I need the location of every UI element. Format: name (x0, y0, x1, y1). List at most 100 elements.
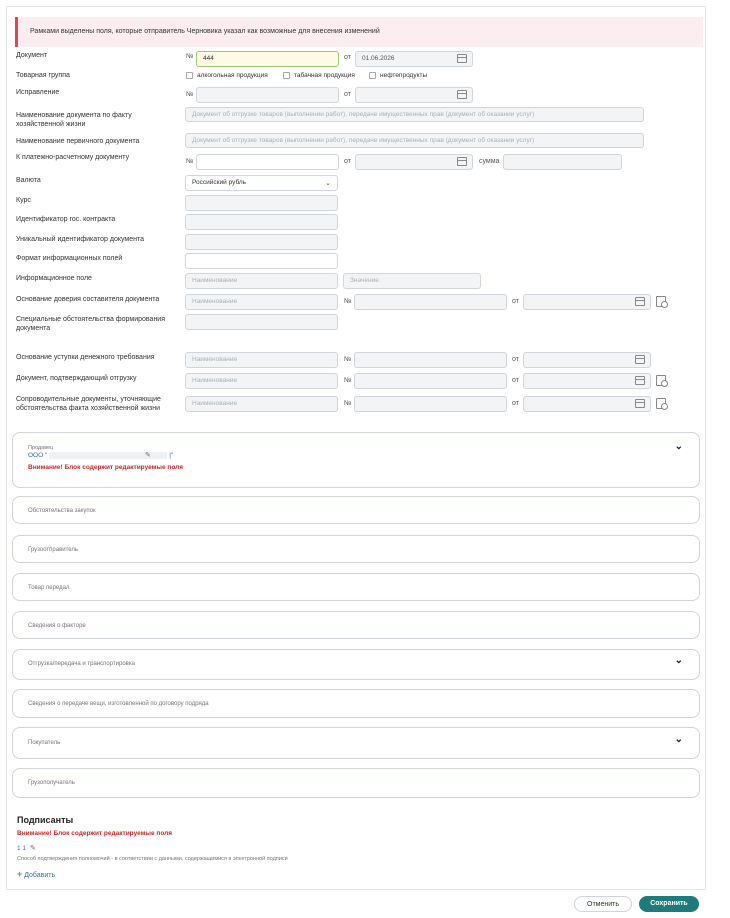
shipment-doc-number-input[interactable] (354, 373, 507, 389)
gov-contract-label: Идентификатор гос. контракта (16, 216, 116, 223)
correction-from-sign: от (344, 91, 351, 98)
signer-link[interactable]: 1 1 (17, 845, 26, 852)
footer-bar: Отменить Сохранить (0, 892, 730, 918)
add-signer-button[interactable]: + Добавить (17, 869, 55, 879)
document-date-input[interactable]: 01.06.2026 (355, 51, 473, 67)
shipment-doc-no-sign: № (344, 377, 352, 384)
document-number-input[interactable]: 444 (196, 51, 339, 67)
section-factor-info[interactable]: Сведения о факторе (12, 611, 700, 639)
accompanying-label: Сопроводительные документы, уточняющие о… (16, 396, 161, 412)
calendar-icon[interactable] (457, 157, 467, 166)
accompanying-no-sign: № (344, 400, 352, 407)
payment-number-input[interactable] (196, 154, 339, 170)
save-button[interactable]: Сохранить (639, 896, 699, 912)
plus-icon: + (17, 869, 23, 879)
calendar-icon[interactable] (635, 376, 645, 385)
document-from-sign: от (344, 54, 351, 61)
tobacco-checkbox-label: табачная продукция (294, 72, 355, 79)
doc-name-fact-label: Наименование документа по факту хозяйств… (16, 112, 132, 128)
assignment-name-input[interactable]: Наименование (185, 352, 338, 368)
calendar-icon[interactable] (457, 90, 467, 99)
payment-doc-label: К платежно-расчетному документу (16, 154, 130, 161)
accompanying-number-input[interactable] (354, 396, 507, 412)
calendar-icon[interactable] (635, 297, 645, 306)
section-goods-transferred[interactable]: Товар передал (12, 573, 700, 601)
section-consignor[interactable]: Грузоотправитель (12, 535, 700, 563)
section-shipment-transport[interactable]: Отгрузка/передача и транспортировка ⌄ (12, 649, 700, 680)
alcohol-checkbox[interactable] (186, 72, 193, 79)
trust-basis-no-sign: № (344, 298, 352, 305)
shipment-doc-from-sign: от (512, 377, 519, 384)
section-title: Покупатель (28, 740, 61, 746)
shipment-doc-name-input[interactable]: Наименование (185, 373, 338, 389)
signer-authority-hint: Способ подтверждения полномочий - в соот… (17, 856, 288, 862)
add-signer-label: Добавить (24, 872, 56, 879)
calendar-icon[interactable] (457, 54, 467, 63)
info-value-input[interactable]: Значение (343, 273, 481, 289)
seller-section[interactable]: Продавец ООО " |" ✎ Внимание! Блок содерж… (12, 432, 700, 488)
payment-from-sign: от (344, 158, 351, 165)
document-search-icon[interactable] (656, 375, 668, 387)
cancel-button[interactable]: Отменить (574, 896, 632, 912)
petroleum-checkbox-label: нефтепродукты (380, 72, 428, 79)
section-contract-work-transfer[interactable]: Сведения о передаче вещи, изготовленной … (12, 689, 700, 718)
chevron-down-icon[interactable]: ⌄ (675, 734, 683, 745)
document-label: Документ (16, 52, 48, 59)
document-no-sign: № (186, 53, 194, 60)
document-search-icon[interactable] (656, 398, 668, 410)
accompanying-date-input[interactable] (523, 396, 651, 412)
chevron-down-icon[interactable]: ⌄ (675, 441, 683, 452)
trust-basis-number-input[interactable] (354, 294, 507, 310)
section-purchase-circumstances[interactable]: Обстоятельства закупок (12, 496, 700, 524)
accompanying-name-input[interactable]: Наименование (185, 396, 338, 412)
seller-name-suffix: |" (169, 452, 174, 460)
chevron-down-icon[interactable]: ⌄ (675, 655, 683, 666)
unique-id-input[interactable] (185, 234, 338, 250)
trust-basis-label: Основание доверия составителя документа (16, 296, 160, 303)
alcohol-checkbox-label: алкогольная продукция (197, 72, 268, 79)
calendar-icon[interactable] (635, 399, 645, 408)
section-title: Обстоятельства закупок (28, 508, 96, 514)
section-title: Грузополучатель (28, 780, 75, 786)
special-circ-input[interactable] (185, 314, 338, 330)
doc-name-fact-input[interactable]: Документ об отгрузке товаров (выполнении… (185, 107, 644, 122)
petroleum-checkbox[interactable] (369, 72, 376, 79)
trust-basis-name-input[interactable]: Наименование (185, 294, 338, 310)
document-date-value: 01.06.2026 (362, 55, 395, 62)
gov-contract-input[interactable] (185, 214, 338, 230)
currency-label: Валюта (16, 177, 41, 184)
tobacco-checkbox[interactable] (283, 72, 290, 79)
section-title: Отгрузка/передача и транспортировка (28, 661, 135, 667)
primary-doc-label: Наименование первичного документа (16, 138, 140, 145)
section-title: Товар передал (28, 585, 70, 591)
accompanying-from-sign: от (512, 400, 519, 407)
assignment-number-input[interactable] (354, 352, 507, 368)
document-search-icon[interactable] (656, 296, 668, 308)
seller-warning: Внимание! Блок содержит редактируемые по… (28, 464, 184, 471)
assignment-date-input[interactable] (523, 352, 651, 368)
trust-basis-date-input[interactable] (523, 294, 651, 310)
rate-input[interactable] (185, 195, 338, 211)
info-field-label: Информационное поле (16, 275, 92, 282)
edit-pencil-icon[interactable]: ✎ (30, 844, 36, 852)
payment-sum-sign: сумма (479, 158, 500, 165)
section-title: Грузоотправитель (28, 547, 79, 553)
chevron-down-icon: ⌄ (325, 180, 331, 187)
edit-pencil-icon[interactable]: ✎ (145, 451, 151, 459)
payment-no-sign: № (186, 158, 194, 165)
calendar-icon[interactable] (635, 355, 645, 364)
seller-name-link[interactable]: ООО " |" (28, 452, 173, 459)
payment-sum-input[interactable] (503, 154, 622, 170)
currency-value: Российский рубль (192, 179, 247, 186)
section-consignee[interactable]: Грузополучатель (12, 768, 700, 798)
primary-doc-input[interactable]: Документ об отгрузке товаров (выполнении… (185, 133, 644, 148)
info-name-input[interactable]: Наименование (185, 273, 338, 289)
correction-number-input[interactable] (196, 87, 339, 103)
shipment-doc-date-input[interactable] (523, 373, 651, 389)
currency-select[interactable]: Российский рубль ⌄ (185, 175, 338, 191)
payment-date-input[interactable] (355, 154, 473, 170)
section-buyer[interactable]: Покупатель ⌄ (12, 727, 700, 759)
product-group-label: Товарная группа (16, 72, 70, 79)
info-format-input[interactable] (185, 253, 338, 269)
correction-date-input[interactable] (355, 87, 473, 103)
